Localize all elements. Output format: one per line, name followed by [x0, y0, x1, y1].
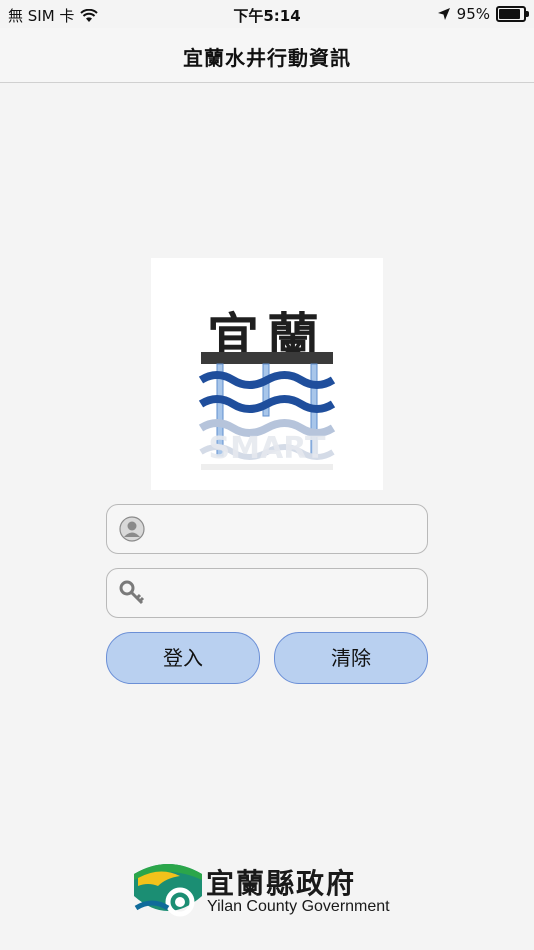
- password-input[interactable]: [155, 575, 419, 611]
- status-bar: 無 SIM 卡 下午5:14 95%: [0, 0, 534, 28]
- county-logo-icon: [134, 864, 202, 917]
- user-icon: [119, 516, 145, 542]
- password-field[interactable]: [106, 568, 428, 618]
- water-well-icon: SMART: [198, 352, 336, 470]
- key-icon: [119, 580, 145, 605]
- battery-icon: [496, 6, 529, 22]
- app-logo: 宜蘭 SMART: [151, 258, 383, 490]
- page-title: 宜蘭水井行動資訊: [183, 46, 351, 70]
- status-right: 95%: [437, 5, 529, 23]
- org-brand: 宜蘭縣政府 Yilan County Government: [130, 856, 420, 926]
- org-name-cn: 宜蘭縣政府: [206, 867, 357, 900]
- username-field[interactable]: [106, 504, 428, 554]
- logo-watermark: SMART: [209, 431, 326, 466]
- location-arrow-icon: [437, 8, 450, 20]
- battery-percent: 95%: [456, 5, 490, 23]
- clear-button[interactable]: 清除: [274, 632, 428, 684]
- login-button[interactable]: 登入: [106, 632, 260, 684]
- org-name-en: Yilan County Government: [207, 898, 390, 915]
- nav-bar: 宜蘭水井行動資訊: [0, 28, 534, 83]
- username-input[interactable]: [155, 511, 419, 547]
